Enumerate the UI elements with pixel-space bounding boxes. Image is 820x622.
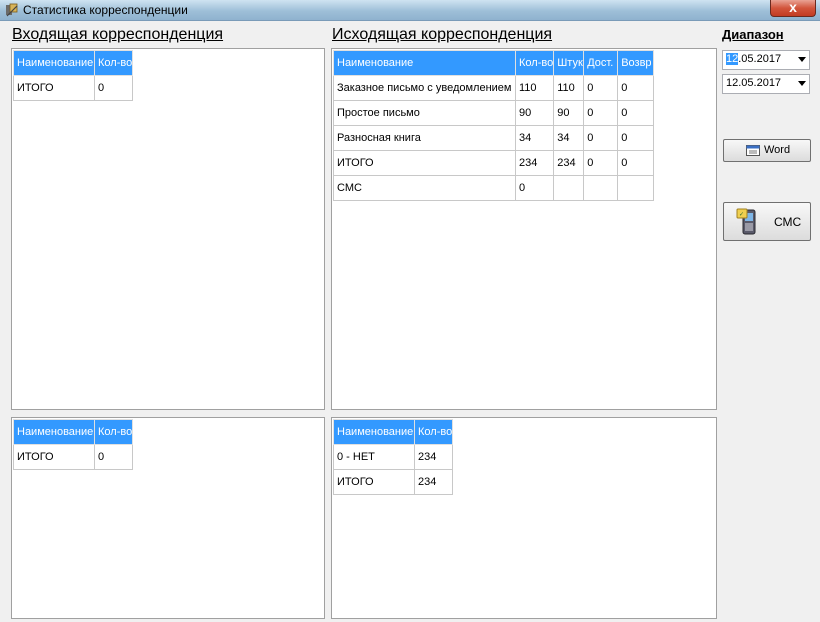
table-row[interactable]: ИТОГО 0 (13, 444, 134, 470)
table-cell[interactable]: 34 (514, 125, 555, 151)
document-icon (746, 145, 760, 156)
table-cell[interactable]: 0 (514, 175, 555, 201)
outgoing-bottom-panel: Наименование Кол-во 0 - НЕТ 234 ИТОГО 23… (331, 417, 717, 619)
word-button-label: Word (764, 144, 791, 156)
column-header[interactable]: Штук (553, 50, 585, 76)
incoming-heading: Входящая корреспонденция (12, 26, 224, 43)
table-cell[interactable]: 34 (553, 125, 585, 151)
table-cell[interactable]: 0 (583, 75, 619, 101)
date-from-rest: .05.2017 (738, 53, 782, 65)
table-cell[interactable]: Простое письмо (333, 100, 516, 126)
column-header[interactable]: Наименование (13, 50, 95, 76)
table-cell[interactable]: 0 (617, 100, 655, 126)
table-row[interactable]: ИТОГО 234 (333, 469, 454, 495)
table-cell[interactable]: Заказное письмо с уведомлением (333, 75, 516, 101)
table-cell[interactable]: 110 (553, 75, 585, 101)
close-button[interactable]: x (770, 0, 816, 17)
table-cell[interactable]: 0 (583, 100, 619, 126)
column-header[interactable]: Кол-во (413, 419, 454, 445)
incoming-bottom-table: Наименование Кол-во ИТОГО 0 (13, 419, 134, 470)
table-cell[interactable]: 234 (514, 150, 555, 176)
window-title: Статистика корреспонденции (23, 3, 188, 17)
column-header[interactable]: Наименование (333, 419, 415, 445)
column-header[interactable]: Дост. (583, 50, 619, 76)
incoming-bottom-panel: Наименование Кол-во ИТОГО 0 (11, 417, 325, 619)
table-row[interactable]: Разносная книга 34 34 0 0 (333, 125, 655, 151)
date-from-picker[interactable]: 12.05.2017 (722, 50, 810, 70)
app-icon (6, 3, 18, 17)
column-header[interactable]: Кол-во (93, 50, 134, 76)
svg-text:✓: ✓ (739, 211, 744, 218)
table-cell[interactable]: 0 (93, 444, 134, 470)
table-cell[interactable]: 0 (617, 150, 655, 176)
sms-button-label: СМС (774, 215, 802, 229)
table-cell[interactable]: Разносная книга (333, 125, 516, 151)
outgoing-heading: Исходящая корреспонденция (332, 26, 553, 43)
table-header-row: Наименование Кол-во Штук Дост. Возвр (333, 50, 655, 76)
table-cell[interactable]: 110 (514, 75, 555, 101)
column-header[interactable]: Кол-во (514, 50, 555, 76)
table-cell[interactable]: ИТОГО (13, 444, 95, 470)
title-bar[interactable]: Статистика корреспонденции x (0, 0, 820, 21)
table-cell[interactable] (553, 175, 585, 201)
table-row[interactable]: 0 - НЕТ 234 (333, 444, 454, 470)
outgoing-bottom-table: Наименование Кол-во 0 - НЕТ 234 ИТОГО 23… (333, 419, 454, 495)
outgoing-top-table: Наименование Кол-во Штук Дост. Возвр Зак… (333, 50, 655, 201)
incoming-top-panel: Наименование Кол-во ИТОГО 0 (11, 48, 325, 410)
table-cell[interactable] (617, 175, 655, 201)
table-cell[interactable]: 0 - НЕТ (333, 444, 415, 470)
table-cell[interactable] (583, 175, 619, 201)
table-cell[interactable]: 234 (553, 150, 585, 176)
export-word-button[interactable]: Word (723, 139, 811, 162)
table-cell[interactable]: 0 (583, 125, 619, 151)
table-cell[interactable]: СМС (333, 175, 516, 201)
date-to-picker[interactable]: 12.05.2017 (722, 74, 810, 94)
table-header-row: Наименование Кол-во (13, 419, 134, 445)
table-row[interactable]: ИТОГО 0 (13, 75, 134, 101)
column-header[interactable]: Наименование (333, 50, 516, 76)
client-area: Входящая корреспонденция Исходящая корре… (0, 21, 820, 622)
column-header[interactable]: Наименование (13, 419, 95, 445)
table-row[interactable]: ИТОГО 234 234 0 0 (333, 150, 655, 176)
table-cell[interactable]: 90 (553, 100, 585, 126)
date-from-day-selection: 12 (726, 53, 739, 65)
table-row[interactable]: СМС 0 (333, 175, 655, 201)
chevron-down-icon[interactable] (798, 57, 806, 62)
date-to-value[interactable]: 12.05.2017 (726, 77, 781, 89)
table-cell[interactable]: ИТОГО (13, 75, 95, 101)
table-header-row: Наименование Кол-во (13, 50, 134, 76)
table-cell[interactable]: 90 (514, 100, 555, 126)
table-cell[interactable]: ИТОГО (333, 469, 415, 495)
table-cell[interactable]: 234 (413, 444, 454, 470)
mobile-phone-icon: ✓ (736, 208, 756, 235)
table-header-row: Наименование Кол-во (333, 419, 454, 445)
table-cell[interactable]: 0 (583, 150, 619, 176)
range-heading: Диапазон (722, 27, 784, 42)
column-header[interactable]: Кол-во (93, 419, 134, 445)
table-cell[interactable]: 234 (413, 469, 454, 495)
send-sms-button[interactable]: ✓ СМС (723, 202, 811, 241)
outgoing-top-panel: Наименование Кол-во Штук Дост. Возвр Зак… (331, 48, 717, 410)
table-cell[interactable]: 0 (93, 75, 134, 101)
table-row[interactable]: Заказное письмо с уведомлением 110 110 0… (333, 75, 655, 101)
table-cell[interactable]: ИТОГО (333, 150, 516, 176)
table-cell[interactable]: 0 (617, 125, 655, 151)
statistics-window: Статистика корреспонденции x Входящая ко… (0, 0, 820, 622)
table-cell[interactable]: 0 (617, 75, 655, 101)
table-row[interactable]: Простое письмо 90 90 0 0 (333, 100, 655, 126)
column-header[interactable]: Возвр (617, 50, 655, 76)
chevron-down-icon[interactable] (798, 81, 806, 86)
incoming-top-table: Наименование Кол-во ИТОГО 0 (13, 50, 134, 101)
date-from-value[interactable]: 12.05.2017 (726, 53, 781, 65)
